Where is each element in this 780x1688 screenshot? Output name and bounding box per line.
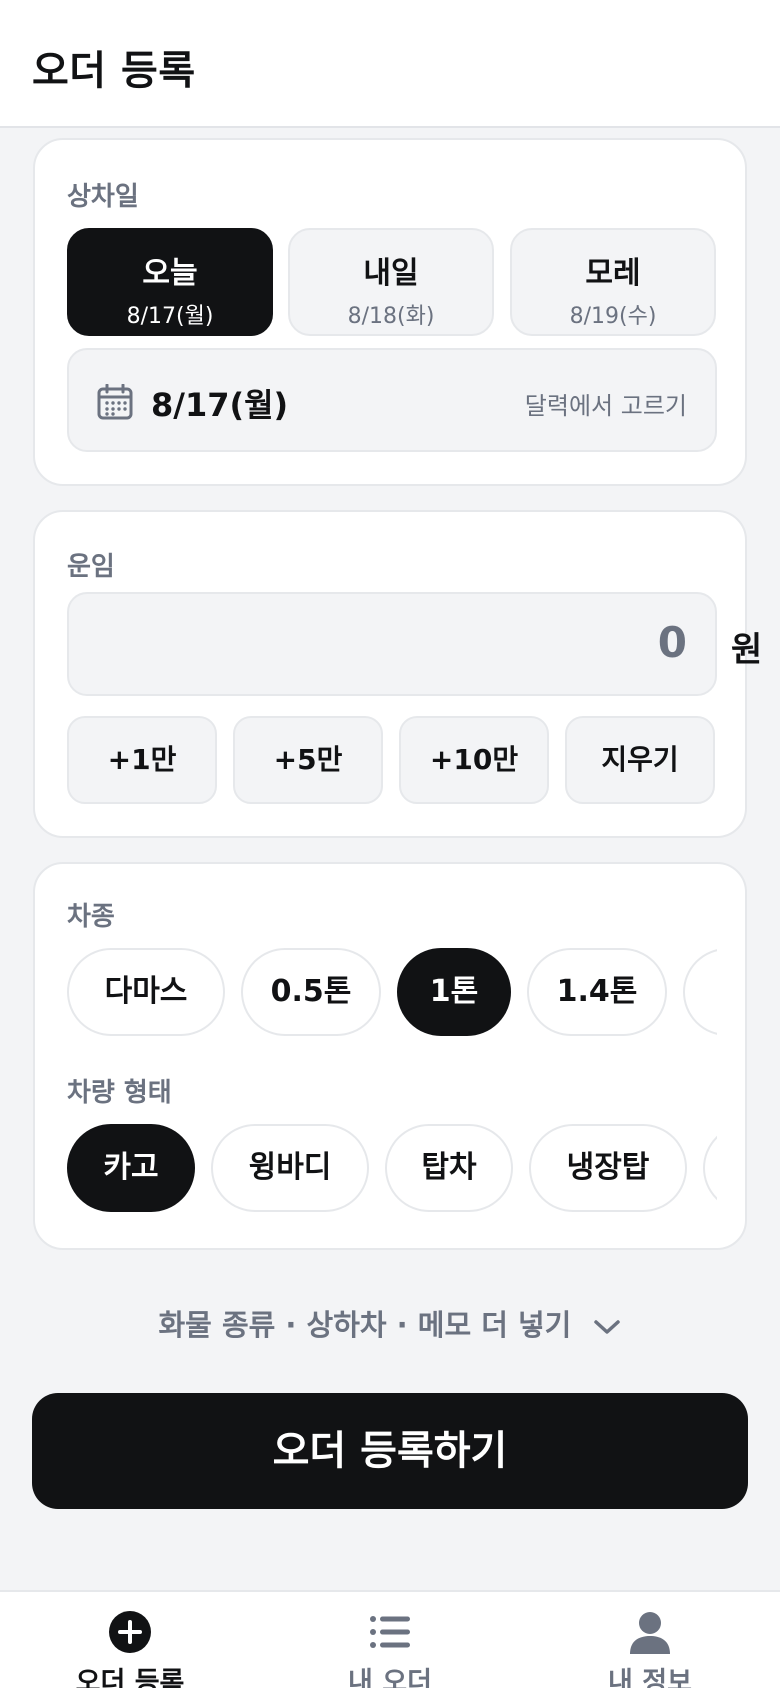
fare-label: 운임 — [67, 552, 115, 582]
tab-my-orders[interactable]: 내 오더 — [260, 1592, 520, 1688]
tab-label: 내 오더 — [348, 1667, 432, 1688]
chevron-down-icon — [594, 1320, 621, 1334]
calendar-link[interactable]: 달력에서 고르기 — [525, 386, 687, 421]
pickup-date-card: 상차일 오늘 8/17(월) 내일 8/18(화) 모레 8/19(수) 8/1… — [33, 138, 747, 486]
day-option-date: 8/19(수) — [569, 304, 657, 329]
vehicle-type-chip-selected[interactable]: 1톤 — [397, 948, 511, 1036]
app-header: 오더 등록 — [0, 0, 780, 128]
day-option-date: 8/18(화) — [347, 304, 435, 329]
fare-value: 0 — [657, 618, 687, 667]
tab-order-register[interactable]: 오더 등록 — [0, 1592, 260, 1688]
vehicle-body-label: 차량 형태 — [67, 1078, 172, 1108]
page-title: 오더 등록 — [32, 48, 196, 94]
calendar-date-picker[interactable]: 8/17(월) 달력에서 고르기 — [67, 348, 717, 452]
vehicle-type-chip[interactable]: 다마스 — [67, 948, 225, 1036]
vehicle-type-chip[interactable]: 1.4톤 — [527, 948, 667, 1036]
pickup-date-label: 상차일 — [67, 182, 139, 212]
vehicle-type-chip[interactable]: 0.5톤 — [241, 948, 381, 1036]
fare-card: 운임 0 원 +1만 +5만 +10만 지우기 — [33, 510, 762, 838]
more-options-toggle[interactable]: 화물 종류 · 상하차 · 메모 더 넣기 — [0, 1302, 780, 1344]
day-option-name: 오늘 — [142, 256, 198, 291]
vehicle-body-chips: 카고 윙바디 탑차 냉장탑 — [67, 1124, 717, 1216]
bottom-tab-bar: 오더 등록 내 오더 내 정보 — [0, 1590, 780, 1688]
vehicle-card: 차종 다마스 0.5톤 1톤 1.4톤 차량 형태 카고 윙바디 탑차 냉장탑 — [33, 862, 747, 1250]
calendar-icon — [97, 384, 133, 420]
fare-input[interactable]: 0 — [67, 592, 717, 696]
fare-add-100k-button[interactable]: +10만 — [399, 716, 549, 804]
vehicle-type-chips: 다마스 0.5톤 1톤 1.4톤 — [67, 948, 717, 1040]
list-icon — [370, 1616, 410, 1648]
vehicle-body-chip[interactable]: 탑차 — [385, 1124, 513, 1212]
user-icon — [630, 1612, 670, 1654]
fare-add-10k-button[interactable]: +1만 — [67, 716, 217, 804]
day-option-day-after[interactable]: 모레 8/19(수) — [510, 228, 716, 336]
tab-label: 내 정보 — [608, 1667, 692, 1688]
day-option-today[interactable]: 오늘 8/17(월) — [67, 228, 273, 336]
more-options-label: 화물 종류 · 상하차 · 메모 더 넣기 — [158, 1308, 572, 1342]
fare-add-50k-button[interactable]: +5만 — [233, 716, 383, 804]
day-option-name: 모레 — [585, 256, 641, 291]
day-option-tomorrow[interactable]: 내일 8/18(화) — [288, 228, 494, 336]
selected-date-value: 8/17(월) — [151, 386, 289, 424]
fare-unit: 원 — [731, 630, 763, 670]
vehicle-body-chip[interactable]: 윙바디 — [211, 1124, 369, 1212]
vehicle-body-chip-selected[interactable]: 카고 — [67, 1124, 195, 1212]
day-option-date: 8/17(월) — [126, 304, 214, 329]
fare-clear-button[interactable]: 지우기 — [565, 716, 715, 804]
plus-circle-icon — [109, 1611, 151, 1653]
vehicle-type-chip-overflow[interactable] — [683, 948, 717, 1036]
submit-order-button[interactable]: 오더 등록하기 — [32, 1393, 748, 1509]
vehicle-body-chip[interactable]: 냉장탑 — [529, 1124, 687, 1212]
day-option-name: 내일 — [363, 256, 419, 291]
tab-label: 오더 등록 — [75, 1667, 185, 1688]
vehicle-type-label: 차종 — [67, 902, 115, 932]
tab-my-info[interactable]: 내 정보 — [520, 1592, 780, 1688]
vehicle-body-chip-overflow[interactable] — [703, 1124, 717, 1212]
